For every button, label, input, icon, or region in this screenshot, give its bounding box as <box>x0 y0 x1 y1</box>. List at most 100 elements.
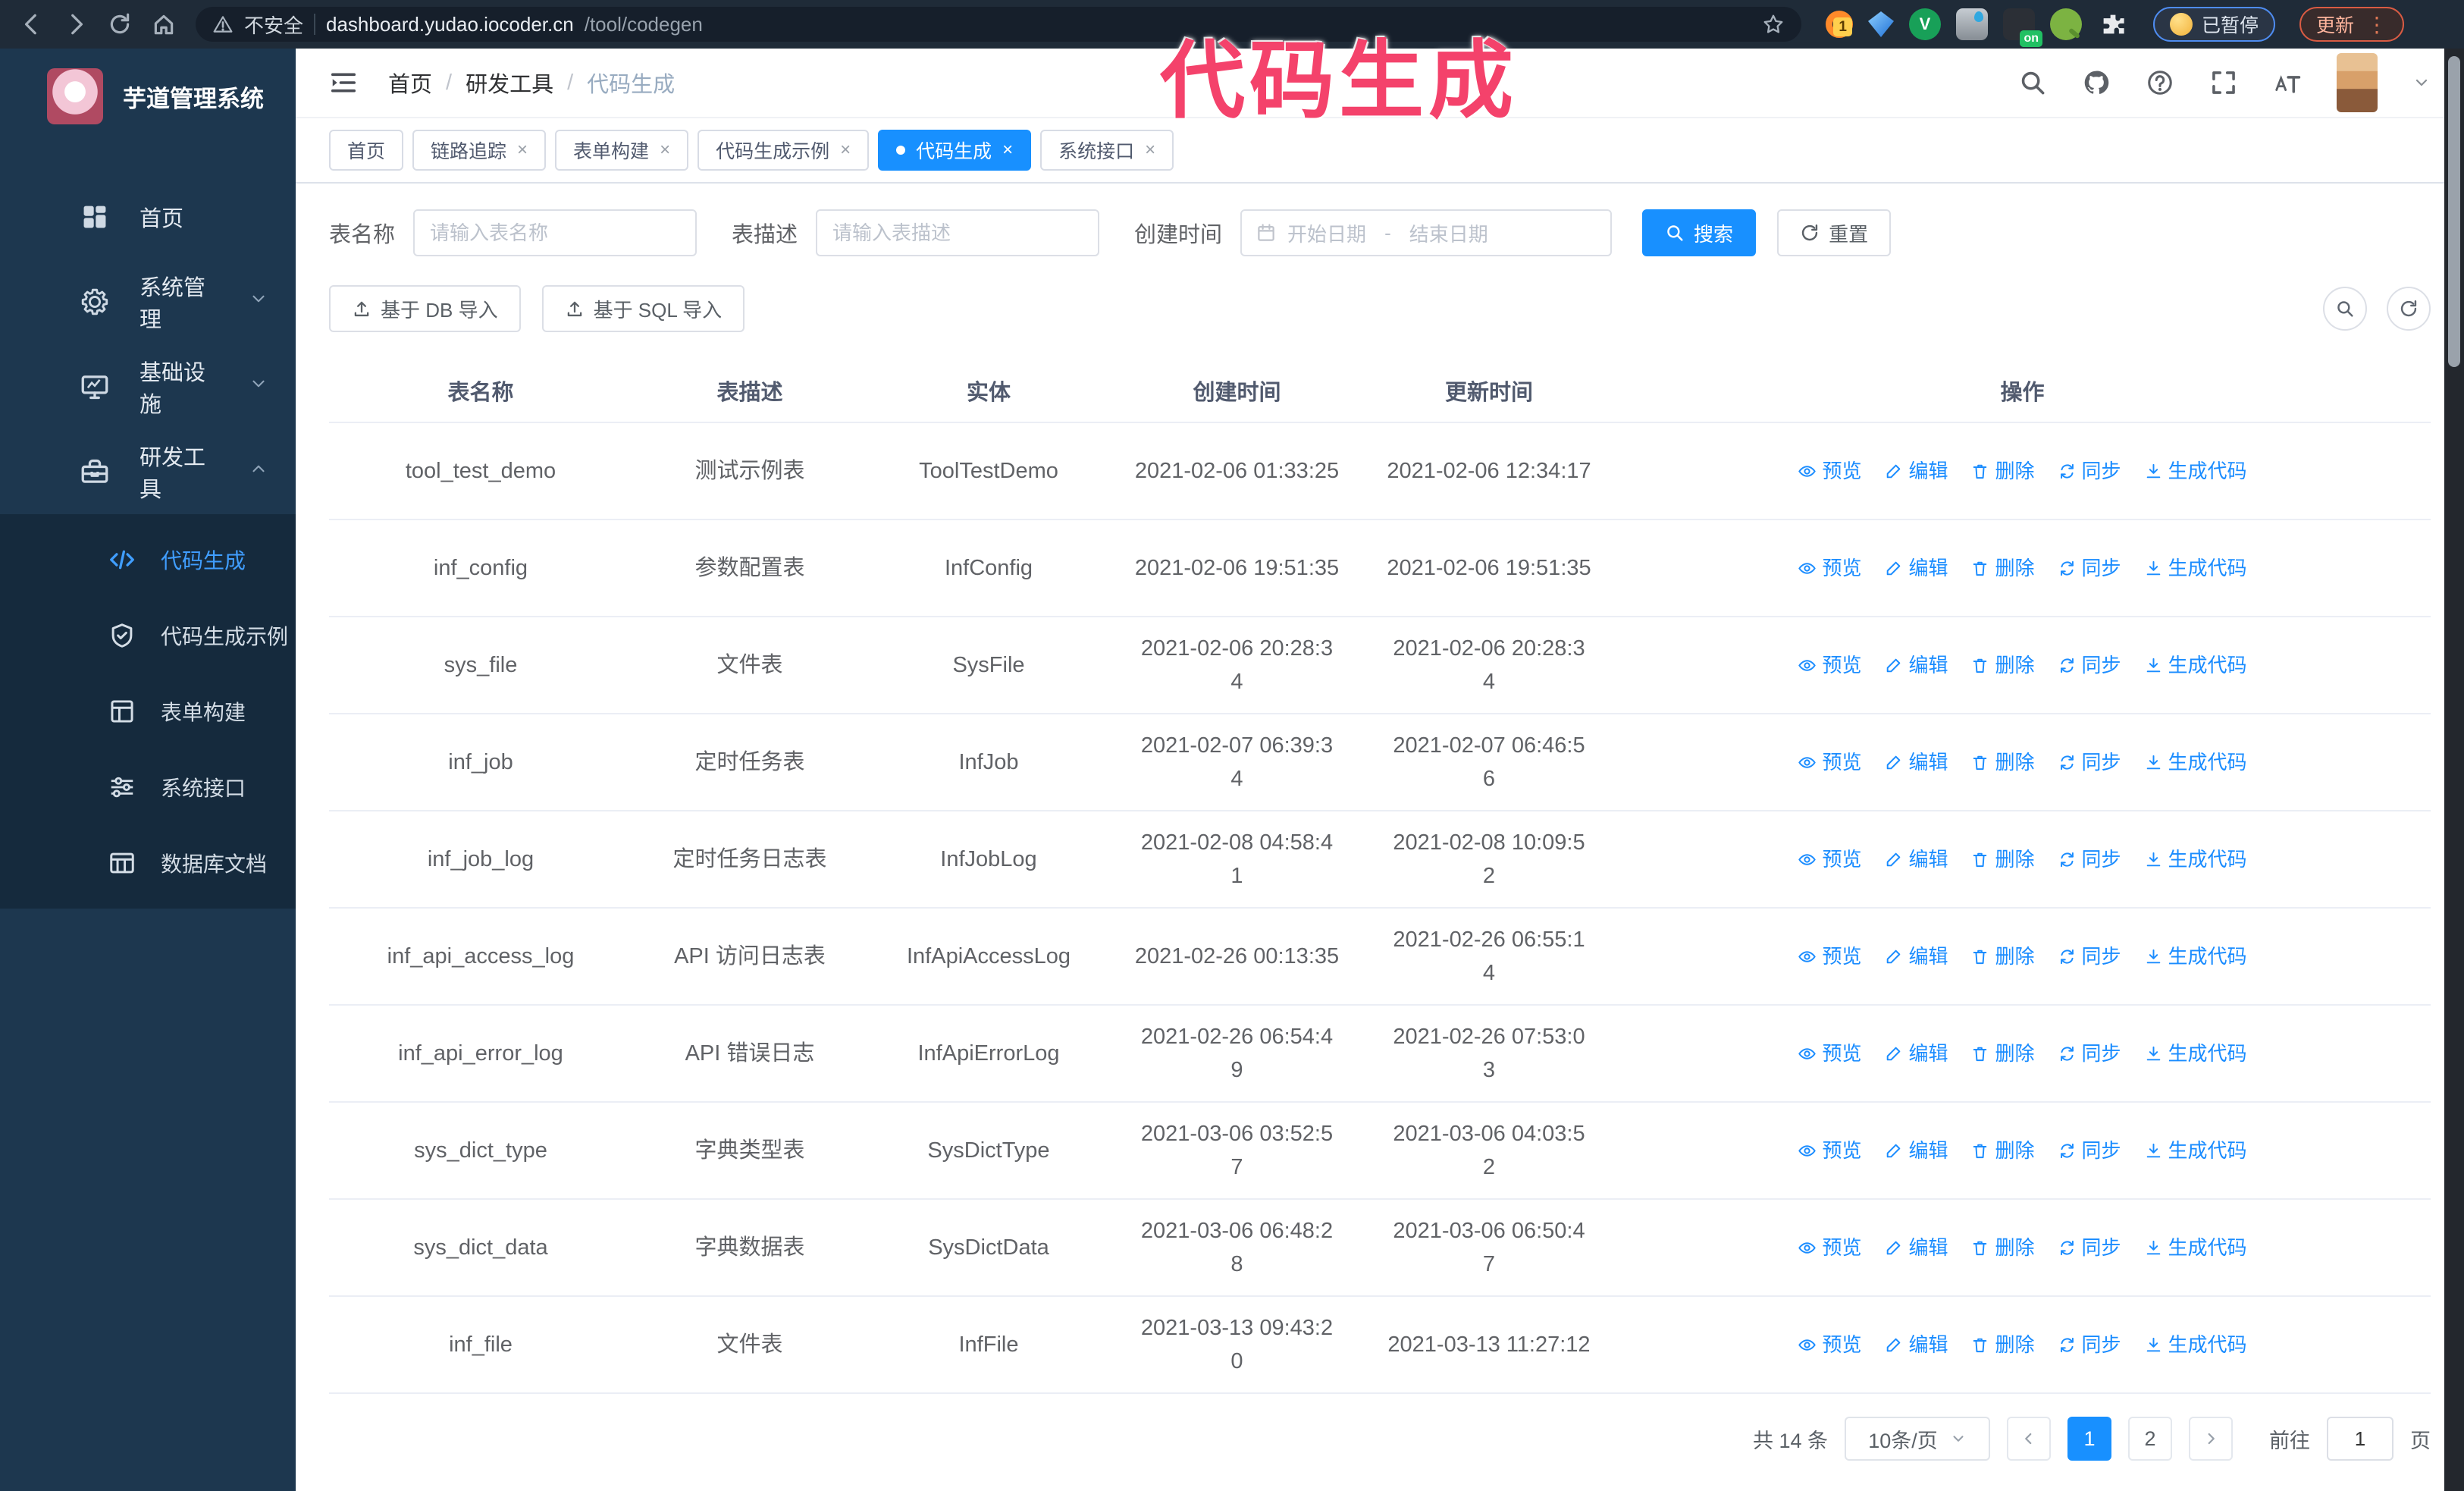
page-button-2[interactable]: 2 <box>2128 1417 2172 1461</box>
action-sync[interactable]: 同步 <box>2058 1328 2121 1361</box>
action-sync[interactable]: 同步 <box>2058 1037 2121 1070</box>
sidebar-subitem-表单构建[interactable]: 表单构建 <box>0 673 296 749</box>
table-desc-input[interactable] <box>816 209 1100 256</box>
action-delete[interactable]: 删除 <box>1970 1231 2035 1264</box>
action-generate-code[interactable]: 生成代码 <box>2144 940 2247 973</box>
page-button-1[interactable]: 1 <box>2067 1417 2111 1461</box>
action-delete[interactable]: 删除 <box>1970 648 2035 682</box>
date-range-picker[interactable]: 开始日期 - 结束日期 <box>1240 209 1613 256</box>
tab-系统接口[interactable]: 系统接口 × <box>1040 130 1174 171</box>
action-delete[interactable]: 删除 <box>1970 1134 2035 1167</box>
avatar[interactable] <box>2337 53 2378 112</box>
close-tab-icon[interactable]: × <box>1002 140 1013 161</box>
sidebar-subitem-代码生成[interactable]: 代码生成 <box>0 522 296 598</box>
paused-badge[interactable]: 已暂停 <box>2153 7 2276 42</box>
action-preview[interactable]: 预览 <box>1798 1328 1861 1361</box>
close-tab-icon[interactable]: × <box>517 140 528 161</box>
import-sql-button[interactable]: 基于 SQL 导入 <box>541 285 745 332</box>
action-sync[interactable]: 同步 <box>2058 551 2121 585</box>
blue-gem-extension-icon[interactable] <box>1868 11 1894 37</box>
breadcrumb-home[interactable]: 首页 <box>388 67 432 99</box>
close-tab-icon[interactable]: × <box>660 140 670 161</box>
action-sync[interactable]: 同步 <box>2058 746 2121 779</box>
action-edit[interactable]: 编辑 <box>1884 454 1948 488</box>
action-preview[interactable]: 预览 <box>1798 454 1861 488</box>
action-generate-code[interactable]: 生成代码 <box>2144 1134 2247 1167</box>
toggle-search-button[interactable] <box>2323 287 2367 331</box>
action-preview[interactable]: 预览 <box>1798 648 1861 682</box>
action-edit[interactable]: 编辑 <box>1884 551 1948 585</box>
action-generate-code[interactable]: 生成代码 <box>2144 1328 2247 1361</box>
caret-down-icon[interactable] <box>2412 74 2431 92</box>
scrollbar-track[interactable] <box>2444 49 2464 1491</box>
action-preview[interactable]: 预览 <box>1798 551 1861 585</box>
action-preview[interactable]: 预览 <box>1798 940 1861 973</box>
tab-链路追踪[interactable]: 链路追踪 × <box>412 130 547 171</box>
sidebar-item-首页[interactable]: 首页 <box>0 174 296 259</box>
sidebar-subitem-数据库文档[interactable]: 数据库文档 <box>0 825 296 901</box>
tab-首页[interactable]: 首页 <box>329 130 404 171</box>
sidebar-item-系统管理[interactable]: 系统管理 <box>0 259 296 344</box>
forward-icon[interactable] <box>58 6 94 42</box>
refresh-table-button[interactable] <box>2387 287 2431 331</box>
action-generate-code[interactable]: 生成代码 <box>2144 1037 2247 1070</box>
github-icon[interactable] <box>2082 68 2111 97</box>
logo-row[interactable]: 芋道管理系统 <box>0 49 296 144</box>
start-date-placeholder[interactable]: 开始日期 <box>1287 219 1366 247</box>
bookmark-star-icon[interactable] <box>1762 13 1785 36</box>
close-tab-icon[interactable]: × <box>840 140 851 161</box>
url-bar[interactable]: 不安全 dashboard.yudao.iocoder.cn /tool/cod… <box>196 7 1801 42</box>
action-delete[interactable]: 删除 <box>1970 843 2035 876</box>
action-edit[interactable]: 编辑 <box>1884 1231 1948 1264</box>
action-generate-code[interactable]: 生成代码 <box>2144 454 2247 488</box>
goto-page-input[interactable] <box>2327 1417 2393 1461</box>
tab-表单构建[interactable]: 表单构建 × <box>555 130 689 171</box>
action-delete[interactable]: 删除 <box>1970 940 2035 973</box>
back-icon[interactable] <box>14 6 50 42</box>
action-delete[interactable]: 删除 <box>1970 551 2035 585</box>
action-delete[interactable]: 删除 <box>1970 746 2035 779</box>
action-sync[interactable]: 同步 <box>2058 940 2121 973</box>
action-sync[interactable]: 同步 <box>2058 454 2121 488</box>
action-sync[interactable]: 同步 <box>2058 843 2121 876</box>
import-db-button[interactable]: 基于 DB 导入 <box>329 285 521 332</box>
action-preview[interactable]: 预览 <box>1798 1037 1861 1070</box>
page-size-select[interactable]: 10条/页 <box>1845 1417 1990 1461</box>
prev-page-button[interactable] <box>2007 1417 2051 1461</box>
tab-代码生成示例[interactable]: 代码生成示例 × <box>698 130 870 171</box>
browser-menu-icon[interactable]: ⋮ <box>2366 12 2387 37</box>
action-delete[interactable]: 删除 <box>1970 1328 2035 1361</box>
action-generate-code[interactable]: 生成代码 <box>2144 648 2247 682</box>
action-edit[interactable]: 编辑 <box>1884 1037 1948 1070</box>
scrollbar-thumb[interactable] <box>2448 56 2460 367</box>
close-tab-icon[interactable]: × <box>1145 140 1155 161</box>
sidebar-item-研发工具[interactable]: 研发工具 <box>0 429 296 514</box>
action-generate-code[interactable]: 生成代码 <box>2144 1231 2247 1264</box>
action-sync[interactable]: 同步 <box>2058 1134 2121 1167</box>
end-date-placeholder[interactable]: 结束日期 <box>1409 219 1488 247</box>
action-edit[interactable]: 编辑 <box>1884 940 1948 973</box>
action-edit[interactable]: 编辑 <box>1884 746 1948 779</box>
action-generate-code[interactable]: 生成代码 <box>2144 746 2247 779</box>
puzzle-extension-icon[interactable] <box>2097 8 2129 40</box>
action-generate-code[interactable]: 生成代码 <box>2144 551 2247 585</box>
sidebar-subitem-代码生成示例[interactable]: 代码生成示例 <box>0 598 296 673</box>
next-page-button[interactable] <box>2189 1417 2233 1461</box>
action-sync[interactable]: 同步 <box>2058 1231 2121 1264</box>
action-preview[interactable]: 预览 <box>1798 1134 1861 1167</box>
orange-ring-extension-icon[interactable]: 1 <box>1826 11 1853 38</box>
collapse-menu-icon[interactable] <box>329 68 358 97</box>
action-edit[interactable]: 编辑 <box>1884 1134 1948 1167</box>
action-preview[interactable]: 预览 <box>1798 843 1861 876</box>
action-generate-code[interactable]: 生成代码 <box>2144 843 2247 876</box>
reload-icon[interactable] <box>102 6 138 42</box>
reset-button[interactable]: 重置 <box>1777 209 1892 256</box>
action-preview[interactable]: 预览 <box>1798 1231 1861 1264</box>
action-edit[interactable]: 编辑 <box>1884 648 1948 682</box>
action-edit[interactable]: 编辑 <box>1884 1328 1948 1361</box>
sidebar-item-基础设施[interactable]: 基础设施 <box>0 344 296 429</box>
action-edit[interactable]: 编辑 <box>1884 843 1948 876</box>
action-delete[interactable]: 删除 <box>1970 1037 2035 1070</box>
fullscreen-icon[interactable] <box>2209 68 2238 97</box>
blue-drop-extension-icon[interactable] <box>1956 8 1988 40</box>
